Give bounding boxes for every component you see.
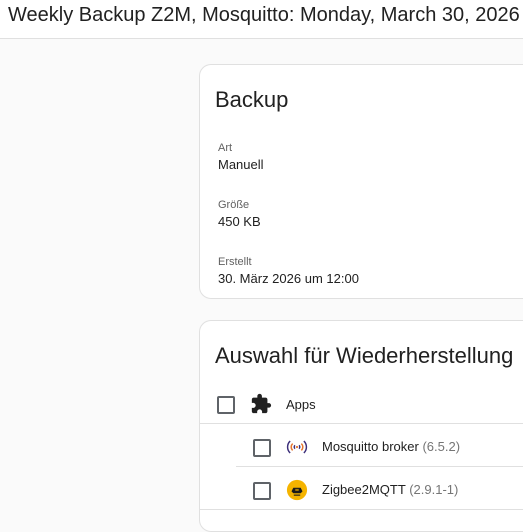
row-divider [200, 423, 523, 424]
zigbee2mqtt-label: Zigbee2MQTT (2.9.1-1) [322, 482, 458, 497]
broadcast-icon [286, 436, 308, 458]
mosquitto-name: Mosquitto broker [322, 439, 419, 454]
apps-checkbox[interactable] [217, 396, 235, 414]
mosquitto-checkbox[interactable] [253, 439, 271, 457]
field-label-created: Erstellt [218, 256, 252, 268]
field-value-created: 30. März 2026 um 12:00 [218, 271, 359, 286]
zigbee2mqtt-checkbox[interactable] [253, 482, 271, 500]
field-value-size: 450 KB [218, 214, 261, 229]
apps-label-text: Apps [286, 397, 316, 412]
top-bar: Weekly Backup Z2M, Mosquitto: Monday, Ma… [0, 0, 523, 39]
backup-card-title: Backup [215, 87, 289, 112]
zigbee2mqtt-logo-icon [286, 479, 308, 501]
row-divider [200, 509, 523, 510]
puzzle-icon [250, 393, 272, 415]
zigbee2mqtt-name: Zigbee2MQTT [322, 482, 406, 497]
page-title: Weekly Backup Z2M, Mosquitto: Monday, Ma… [8, 4, 520, 26]
restore-card-title: Auswahl für Wiederherstellung [215, 343, 514, 368]
field-value-type: Manuell [218, 157, 264, 172]
restore-selection-card: Auswahl für Wiederherstellung Apps Mosqu… [199, 320, 523, 532]
row-divider [236, 466, 523, 467]
zigbee2mqtt-version: (2.9.1-1) [409, 482, 459, 497]
field-label-type: Art [218, 142, 233, 154]
apps-label: Apps [286, 397, 316, 412]
backup-details-card: Backup Art Manuell Größe 450 KB Erstellt… [199, 64, 523, 299]
field-label-size: Größe [218, 199, 250, 211]
mosquitto-version: (6.5.2) [422, 439, 461, 454]
mosquitto-label: Mosquitto broker (6.5.2) [322, 439, 460, 454]
